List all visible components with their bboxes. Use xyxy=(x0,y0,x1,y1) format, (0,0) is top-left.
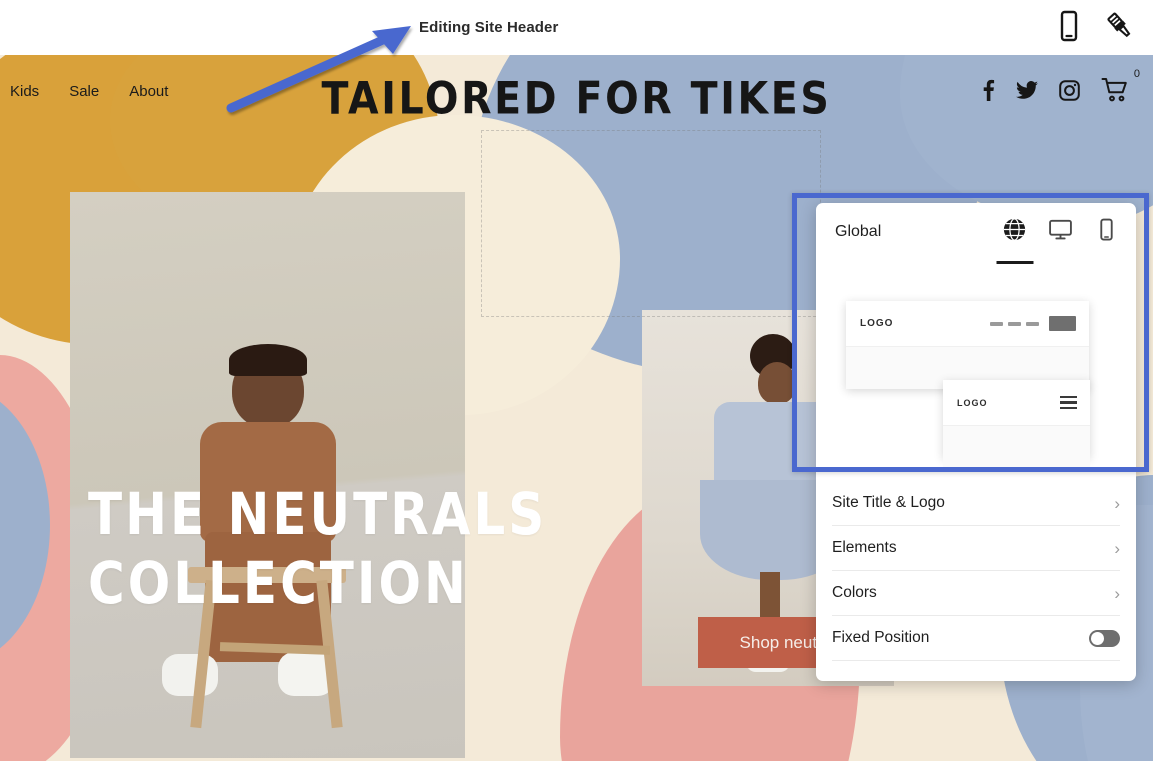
desktop-layout-preview-card[interactable]: LOGO xyxy=(846,301,1089,389)
panel-row-label: Colors xyxy=(832,584,877,601)
globe-icon xyxy=(1002,217,1027,247)
panel-header: Global xyxy=(816,203,1136,264)
panel-row-colors[interactable]: Colors › xyxy=(832,571,1120,616)
desktop-preview-bar: LOGO xyxy=(846,301,1089,347)
hero-heading-line1: THE NEUTRALS xyxy=(88,481,548,548)
header-layout-preview[interactable]: LOGO LOGO xyxy=(832,267,1120,468)
chevron-right-icon: › xyxy=(1114,493,1120,513)
mobile-preview-icon[interactable] xyxy=(1057,10,1081,42)
theme-brush-icon[interactable] xyxy=(1105,11,1135,41)
page-title: Editing Site Header xyxy=(419,19,559,36)
editor-actions xyxy=(1057,10,1135,42)
chevron-right-icon: › xyxy=(1114,538,1120,558)
global-tab[interactable] xyxy=(996,217,1033,264)
desktop-preview-nav xyxy=(990,316,1076,331)
instagram-icon[interactable] xyxy=(1059,79,1080,106)
hamburger-icon xyxy=(1060,395,1077,410)
nav-dash xyxy=(1026,321,1039,326)
mobile-preview-logo: LOGO xyxy=(957,397,988,408)
site-canvas: Kids Sale About TAILORED FOR TIKES 0 THE… xyxy=(0,55,1153,761)
preview-cta-block xyxy=(1049,316,1076,331)
site-header[interactable]: Kids Sale About TAILORED FOR TIKES 0 xyxy=(0,55,1153,132)
panel-row-label: Elements xyxy=(832,539,897,556)
mobile-icon xyxy=(1094,217,1119,247)
screen: Kids Sale About TAILORED FOR TIKES 0 THE… xyxy=(0,0,1153,761)
mobile-preview-body xyxy=(943,426,1090,468)
cart-count-badge: 0 xyxy=(1133,68,1140,80)
hero-heading: THE NEUTRALS COLLECTION xyxy=(88,480,547,618)
editor-toolbar: Editing Site Header xyxy=(0,0,1153,55)
panel-title: Global xyxy=(835,223,882,240)
panel-row-fixed-position[interactable]: Fixed Position xyxy=(832,616,1120,661)
mobile-preview-bar: LOGO xyxy=(943,380,1090,426)
nav-dash xyxy=(990,321,1003,326)
hero-photo-left xyxy=(70,192,465,758)
desktop-icon xyxy=(1048,217,1073,247)
mobile-layout-preview-card[interactable]: LOGO xyxy=(943,380,1090,468)
empty-section-placeholder xyxy=(481,130,821,317)
active-tab-underline xyxy=(996,261,1033,264)
site-social-links: 0 xyxy=(981,68,1140,108)
mobile-tab[interactable] xyxy=(1094,217,1119,247)
panel-device-tabs xyxy=(996,217,1119,264)
desktop-tab[interactable] xyxy=(1048,217,1073,247)
twitter-icon[interactable] xyxy=(1016,80,1038,105)
nav-dash xyxy=(1008,321,1021,326)
toggle-knob xyxy=(1091,631,1104,645)
panel-row-site-title-logo[interactable]: Site Title & Logo › xyxy=(832,481,1120,526)
site-header-settings-panel[interactable]: Global LOGO LOGO Site Title & Logo › Ele… xyxy=(816,203,1136,681)
hero-heading-line2: COLLECTION xyxy=(88,550,469,617)
panel-row-label: Fixed Position xyxy=(832,629,930,646)
desktop-preview-logo: LOGO xyxy=(860,318,894,329)
fixed-position-toggle[interactable] xyxy=(1089,629,1120,647)
panel-row-label: Site Title & Logo xyxy=(832,494,945,511)
panel-settings-list: Site Title & Logo › Elements › Colors › … xyxy=(832,481,1120,661)
cart-icon[interactable]: 0 xyxy=(1101,68,1140,108)
chevron-right-icon: › xyxy=(1114,583,1120,603)
panel-row-elements[interactable]: Elements › xyxy=(832,526,1120,571)
facebook-icon[interactable] xyxy=(981,79,995,106)
